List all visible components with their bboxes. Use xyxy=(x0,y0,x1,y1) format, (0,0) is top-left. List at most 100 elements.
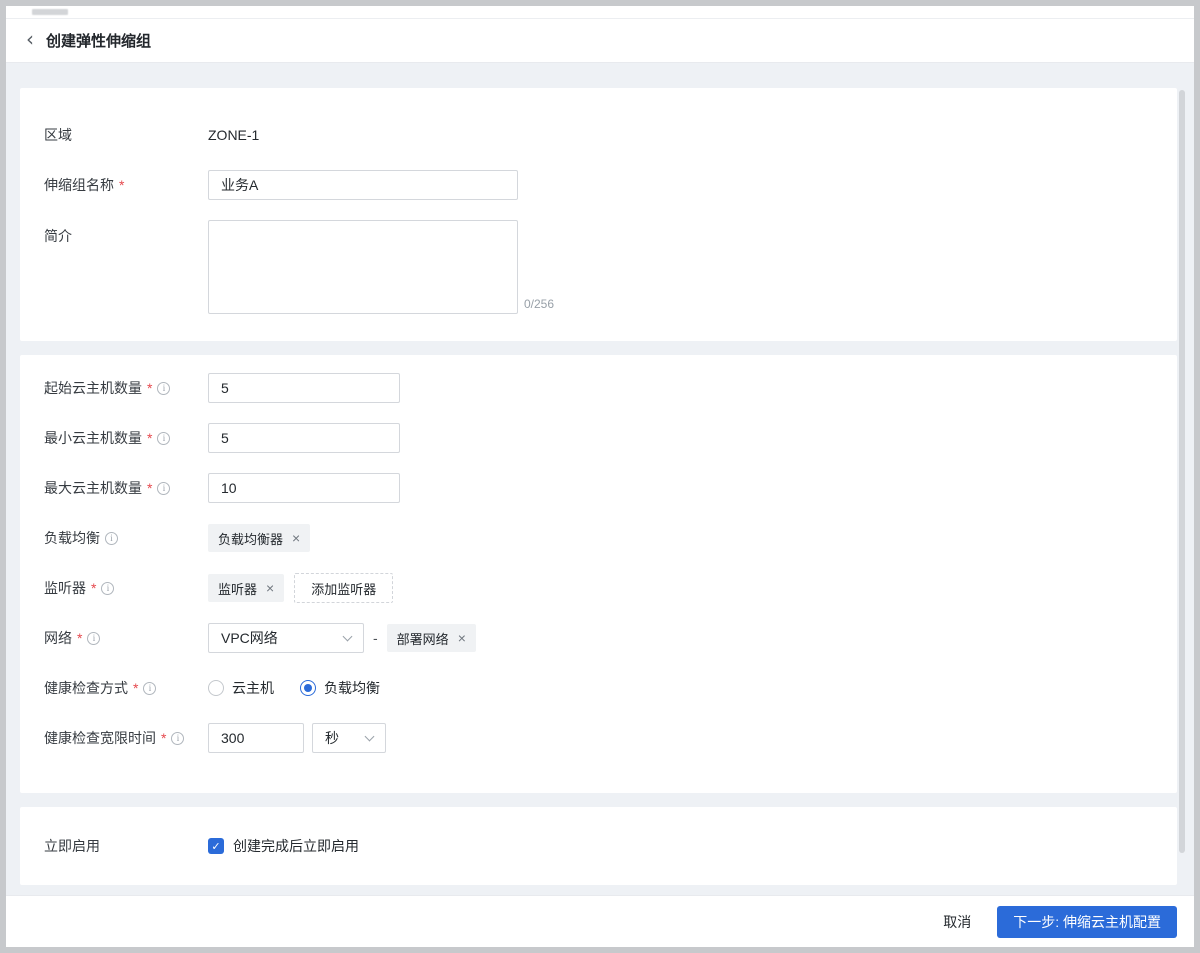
vertical-scrollbar-thumb[interactable] xyxy=(1179,90,1185,853)
separator-dash: - xyxy=(373,630,378,646)
scaling-config-card: 起始云主机数量 * i 最小云主机数量 * i 最大云主机数量 * i xyxy=(20,355,1177,793)
listener-row: 监听器 * i 监听器 × 添加监听器 xyxy=(44,573,1153,603)
add-listener-button[interactable]: 添加监听器 xyxy=(294,573,394,603)
info-icon[interactable]: i xyxy=(157,431,171,445)
page-header: ‹ 创建弹性伸缩组 xyxy=(6,19,1194,63)
listener-tag: 监听器 × xyxy=(208,574,285,602)
initial-count-label-col: 起始云主机数量 * i xyxy=(44,378,208,398)
chevron-down-icon xyxy=(342,631,353,641)
remove-tag-icon[interactable]: × xyxy=(292,531,300,545)
required-asterisk: * xyxy=(91,580,97,596)
required-asterisk: * xyxy=(147,480,153,496)
load-balancer-tag-label: 负载均衡器 xyxy=(218,531,284,547)
load-balancer-label: 负载均衡 xyxy=(44,530,100,546)
min-count-input[interactable] xyxy=(208,423,400,453)
min-count-row: 最小云主机数量 * i xyxy=(44,423,1153,453)
network-type-select[interactable]: VPC网络 xyxy=(208,623,364,653)
initial-count-input[interactable] xyxy=(208,373,400,403)
zone-label: 区域 xyxy=(44,127,72,143)
initial-count-row: 起始云主机数量 * i xyxy=(44,373,1153,403)
top-strip xyxy=(6,6,1194,19)
radio-option-vm[interactable]: 云主机 xyxy=(208,678,274,698)
health-check-mode-row: 健康检查方式 * i 云主机 负载均衡 xyxy=(44,673,1153,703)
enable-card: 立即启用 ✓ 创建完成后立即启用 xyxy=(20,807,1177,885)
min-count-label: 最小云主机数量 xyxy=(44,430,142,446)
enable-checkbox-label[interactable]: 创建完成后立即启用 xyxy=(233,836,359,856)
clipped-header-text xyxy=(32,9,68,15)
deploy-network-tag-label: 部署网络 xyxy=(396,631,449,647)
grace-period-label: 健康检查宽限时间 xyxy=(44,730,156,746)
listener-label-col: 监听器 * i xyxy=(44,578,208,598)
info-icon[interactable]: i xyxy=(171,731,185,745)
basic-info-card: 区域 ZONE-1 伸缩组名称 * 简介 0/256 xyxy=(20,88,1177,341)
required-asterisk: * xyxy=(147,380,153,396)
network-type-select-value: VPC网络 xyxy=(221,630,278,646)
required-asterisk: * xyxy=(161,730,167,746)
info-icon[interactable]: i xyxy=(157,381,171,395)
max-count-row: 最大云主机数量 * i xyxy=(44,473,1153,503)
max-count-label: 最大云主机数量 xyxy=(44,480,142,496)
checkmark-icon: ✓ xyxy=(211,840,221,853)
listener-label: 监听器 xyxy=(44,580,86,596)
radio-option-lb[interactable]: 负载均衡 xyxy=(300,678,380,698)
deploy-network-tag: 部署网络 × xyxy=(386,624,476,652)
required-asterisk: * xyxy=(77,630,83,646)
grace-unit-select[interactable]: 秒 xyxy=(312,723,386,753)
grace-period-row: 健康检查宽限时间 * i 秒 xyxy=(44,723,1153,753)
required-asterisk: * xyxy=(147,430,153,446)
next-step-button[interactable]: 下一步: 伸缩云主机配置 xyxy=(997,905,1177,938)
group-name-input[interactable] xyxy=(208,170,518,200)
intro-label: 简介 xyxy=(44,228,72,244)
group-name-label: 伸缩组名称 xyxy=(44,177,114,193)
radio-unchecked-icon[interactable] xyxy=(208,680,224,696)
remove-tag-icon[interactable]: × xyxy=(266,581,274,595)
enable-row: 立即启用 ✓ 创建完成后立即启用 xyxy=(44,831,1153,861)
network-row: 网络 * i VPC网络 - 部署网络 × xyxy=(44,623,1153,653)
health-check-mode-label-col: 健康检查方式 * i xyxy=(44,678,208,698)
grace-period-input[interactable] xyxy=(208,723,304,753)
health-check-mode-label: 健康检查方式 xyxy=(44,680,128,696)
back-button[interactable]: ‹ xyxy=(26,29,34,49)
max-count-input[interactable] xyxy=(208,473,400,503)
footer-action-bar: 取消 下一步: 伸缩云主机配置 xyxy=(6,895,1194,947)
max-count-label-col: 最大云主机数量 * i xyxy=(44,478,208,498)
network-label: 网络 xyxy=(44,630,72,646)
page-title: 创建弹性伸缩组 xyxy=(46,33,152,50)
intro-textarea[interactable] xyxy=(208,220,518,314)
app-window: ‹ 创建弹性伸缩组 区域 ZONE-1 伸缩组名称 * 简介 xyxy=(0,0,1200,953)
info-icon[interactable]: i xyxy=(143,681,157,695)
char-counter: 0/256 xyxy=(524,297,555,311)
enable-label-col: 立即启用 xyxy=(44,836,208,856)
info-icon[interactable]: i xyxy=(101,581,115,595)
enable-label: 立即启用 xyxy=(44,838,100,854)
radio-option-vm-label: 云主机 xyxy=(232,680,274,696)
load-balancer-row: 负载均衡 i 负载均衡器 × xyxy=(44,523,1153,553)
info-icon[interactable]: i xyxy=(87,631,101,645)
cancel-button[interactable]: 取消 xyxy=(943,912,971,932)
zone-label-col: 区域 xyxy=(44,125,208,145)
info-icon[interactable]: i xyxy=(157,481,171,495)
min-count-label-col: 最小云主机数量 * i xyxy=(44,428,208,448)
required-asterisk: * xyxy=(133,680,139,696)
intro-row: 简介 0/256 xyxy=(44,220,1153,314)
zone-value: ZONE-1 xyxy=(208,127,260,143)
group-name-row: 伸缩组名称 * xyxy=(44,170,1153,200)
intro-area-wrap: 0/256 xyxy=(208,220,554,314)
health-check-mode-radio-group: 云主机 负载均衡 xyxy=(208,678,380,698)
load-balancer-label-col: 负载均衡 i xyxy=(44,528,208,548)
network-label-col: 网络 * i xyxy=(44,628,208,648)
initial-count-label: 起始云主机数量 xyxy=(44,380,142,396)
grace-period-label-col: 健康检查宽限时间 * i xyxy=(44,728,208,748)
load-balancer-tag: 负载均衡器 × xyxy=(208,524,311,552)
remove-tag-icon[interactable]: × xyxy=(458,631,466,645)
intro-label-col: 简介 xyxy=(44,220,208,246)
enable-checkbox-checked[interactable]: ✓ xyxy=(208,838,224,854)
form-scroll-area: 区域 ZONE-1 伸缩组名称 * 简介 0/256 xyxy=(6,63,1194,895)
grace-unit-select-value: 秒 xyxy=(325,730,339,746)
radio-option-lb-label: 负载均衡 xyxy=(324,680,380,696)
info-icon[interactable]: i xyxy=(105,531,118,545)
zone-row: 区域 ZONE-1 xyxy=(44,120,1153,150)
listener-tag-label: 监听器 xyxy=(218,581,258,597)
required-asterisk: * xyxy=(119,177,125,193)
radio-checked-icon[interactable] xyxy=(300,680,316,696)
